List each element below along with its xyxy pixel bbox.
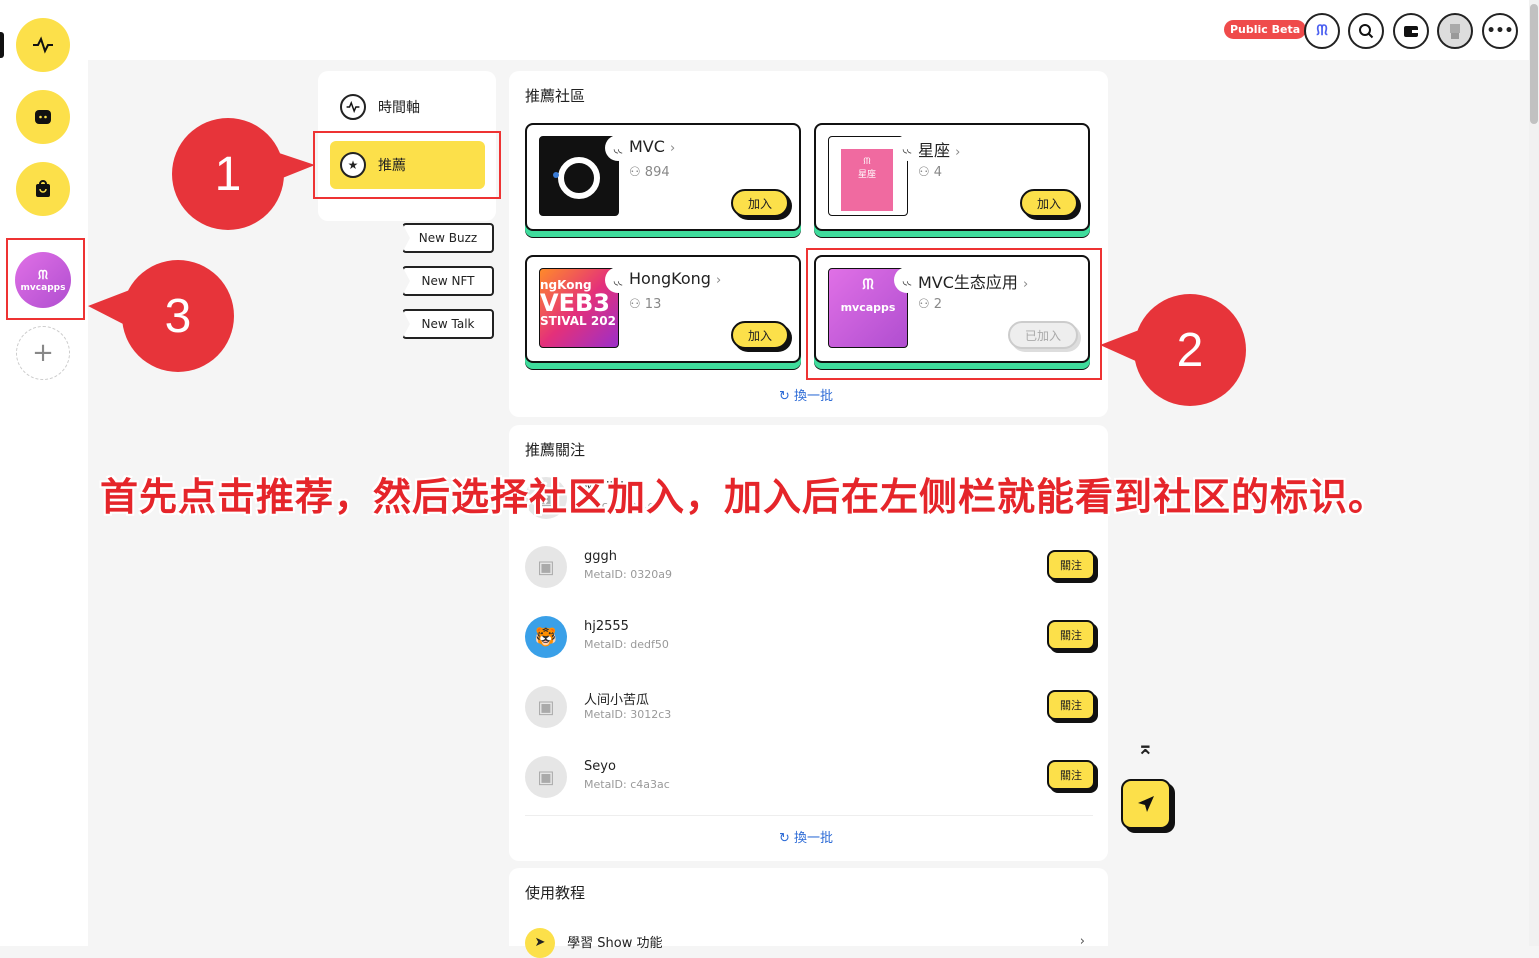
page-scrollbar[interactable] bbox=[1529, 0, 1539, 946]
pulse-icon bbox=[340, 94, 366, 120]
user-avatar-button[interactable] bbox=[1437, 13, 1473, 49]
community-name: MVC › bbox=[629, 137, 676, 156]
wallet-button[interactable] bbox=[1393, 13, 1429, 49]
top-bar: Public Beta ᙏ ••• bbox=[88, 0, 1539, 60]
refresh-icon: ↻ bbox=[779, 831, 790, 846]
pulse-icon bbox=[33, 36, 53, 54]
send-icon bbox=[1138, 796, 1154, 812]
tutorial-item[interactable]: ➤ 學習 Show 功能 › bbox=[525, 928, 1093, 958]
rail-active-indicator bbox=[0, 32, 4, 58]
annotation-badge-2: 2 bbox=[1134, 294, 1246, 406]
refresh-follows-button[interactable]: ↻ 換一批 bbox=[779, 827, 833, 846]
divider bbox=[525, 815, 1093, 816]
compose-post-button[interactable] bbox=[1121, 779, 1171, 829]
robot-avatar-icon: ▣ bbox=[525, 756, 567, 798]
wallet-icon bbox=[1404, 26, 1418, 37]
users-icon: ⚇ bbox=[629, 165, 641, 180]
robot-avatar-icon: ▣ bbox=[525, 546, 567, 588]
user-metaid: MetaID: 0320a9 bbox=[584, 568, 672, 581]
panel-title: 使用教程 bbox=[525, 884, 586, 902]
tiger-avatar-icon: 🐯 bbox=[525, 616, 567, 658]
shop-button[interactable] bbox=[16, 162, 70, 216]
join-button[interactable]: 加入 bbox=[1020, 189, 1078, 217]
back-to-top-button[interactable]: ⌅ bbox=[1137, 735, 1154, 759]
panel-title: 推薦關注 bbox=[525, 441, 586, 459]
community-name: 星座 › bbox=[918, 141, 961, 160]
add-community-button[interactable]: + bbox=[16, 326, 70, 380]
user-name: 人间小苦瓜 bbox=[584, 693, 650, 708]
annotation-box-3 bbox=[6, 238, 85, 320]
annotation-box-2 bbox=[806, 248, 1102, 380]
community-card-hongkong[interactable]: ngKong VEB3 STIVAL 202 ◟◟ HongKong › ⚇ 1… bbox=[525, 255, 801, 363]
public-beta-badge: Public Beta bbox=[1224, 20, 1307, 39]
follow-button[interactable]: 關注 bbox=[1047, 620, 1095, 650]
join-button[interactable]: 加入 bbox=[731, 321, 789, 349]
annotation-box-1 bbox=[313, 131, 501, 199]
chevron-up-icon: ⌅ bbox=[1137, 735, 1154, 759]
follow-button[interactable]: 關注 bbox=[1047, 690, 1095, 720]
refresh-communities-button[interactable]: ↻ 換一批 bbox=[779, 385, 833, 404]
chat-icon bbox=[35, 110, 51, 124]
metaid-button[interactable]: ᙏ bbox=[1304, 13, 1340, 49]
tag-new-talk[interactable]: New Talk bbox=[402, 309, 494, 339]
user-row[interactable]: ▣ gggh MetaID: 0320a9 關注 bbox=[525, 542, 1095, 592]
users-icon: ⚇ bbox=[918, 165, 930, 180]
user-row[interactable]: ▣ 人间小苦瓜 MetaID: 3012c3 關注 bbox=[525, 682, 1095, 732]
follow-button[interactable]: 關注 bbox=[1047, 760, 1095, 790]
chat-button[interactable] bbox=[16, 90, 70, 144]
tag-new-nft[interactable]: New NFT bbox=[402, 266, 494, 296]
community-member-count: ⚇ 894 bbox=[629, 165, 670, 180]
compass-icon: ➤ bbox=[525, 928, 555, 958]
broadcast-icon: ◟◟ bbox=[894, 135, 920, 161]
follow-button[interactable]: 關注 bbox=[1047, 550, 1095, 580]
annotation-badge-1: 1 bbox=[172, 118, 284, 230]
activity-button[interactable] bbox=[16, 18, 70, 72]
community-card-constellation[interactable]: ᙏ 星座 ◟◟ 星座 › ⚇ 4 加入 bbox=[814, 123, 1090, 231]
community-member-count: ⚇ 4 bbox=[918, 165, 943, 180]
left-rail: ᙏ mvcapps + bbox=[0, 0, 88, 946]
join-button[interactable]: 加入 bbox=[731, 189, 789, 217]
metaid-logo-icon: ᙏ bbox=[1316, 23, 1328, 39]
robot-avatar-icon bbox=[1450, 24, 1460, 39]
scrollbar-thumb[interactable] bbox=[1530, 4, 1538, 124]
more-button[interactable]: ••• bbox=[1482, 13, 1518, 49]
user-row[interactable]: 🐯 hj2555 MetaID: dedf50 關注 bbox=[525, 612, 1095, 662]
bag-icon bbox=[36, 180, 50, 197]
annotation-badge-3: 3 bbox=[122, 260, 234, 372]
nav-timeline[interactable]: 時間軸 bbox=[330, 83, 485, 131]
nav-timeline-label: 時間軸 bbox=[378, 100, 420, 116]
user-metaid: MetaID: dedf50 bbox=[584, 638, 669, 651]
broadcast-icon: ◟◟ bbox=[605, 267, 631, 293]
user-name: hj2555 bbox=[584, 619, 629, 634]
more-dots-icon: ••• bbox=[1486, 23, 1514, 39]
broadcast-icon: ◟◟ bbox=[605, 135, 631, 161]
community-card-mvc[interactable]: ◟◟ MVC › ⚇ 894 加入 bbox=[525, 123, 801, 231]
user-name: Seyo bbox=[584, 759, 616, 774]
tag-new-buzz[interactable]: New Buzz bbox=[402, 223, 494, 253]
user-metaid: MetaID: c4a3ac bbox=[584, 778, 670, 791]
instruction-caption: 首先点击推荐，然后选择社区加入，加入后在左侧栏就能看到社区的标识。 bbox=[100, 475, 1388, 519]
plus-icon: + bbox=[32, 338, 54, 368]
community-name: HongKong › bbox=[629, 269, 722, 288]
refresh-icon: ↻ bbox=[779, 389, 790, 404]
community-member-count: ⚇ 13 bbox=[629, 297, 662, 312]
user-row[interactable]: ▣ Seyo MetaID: c4a3ac 關注 bbox=[525, 752, 1095, 802]
panel-title: 推薦社區 bbox=[525, 87, 586, 105]
chevron-right-icon: › bbox=[1079, 934, 1085, 949]
users-icon: ⚇ bbox=[629, 297, 641, 312]
search-button[interactable] bbox=[1348, 13, 1384, 49]
user-name: gggh bbox=[584, 549, 617, 564]
tutorial-panel: 使用教程 ➤ 學習 Show 功能 › bbox=[509, 868, 1108, 958]
robot-avatar-icon: ▣ bbox=[525, 686, 567, 728]
search-icon bbox=[1359, 24, 1374, 39]
user-metaid: MetaID: 3012c3 bbox=[584, 708, 672, 721]
